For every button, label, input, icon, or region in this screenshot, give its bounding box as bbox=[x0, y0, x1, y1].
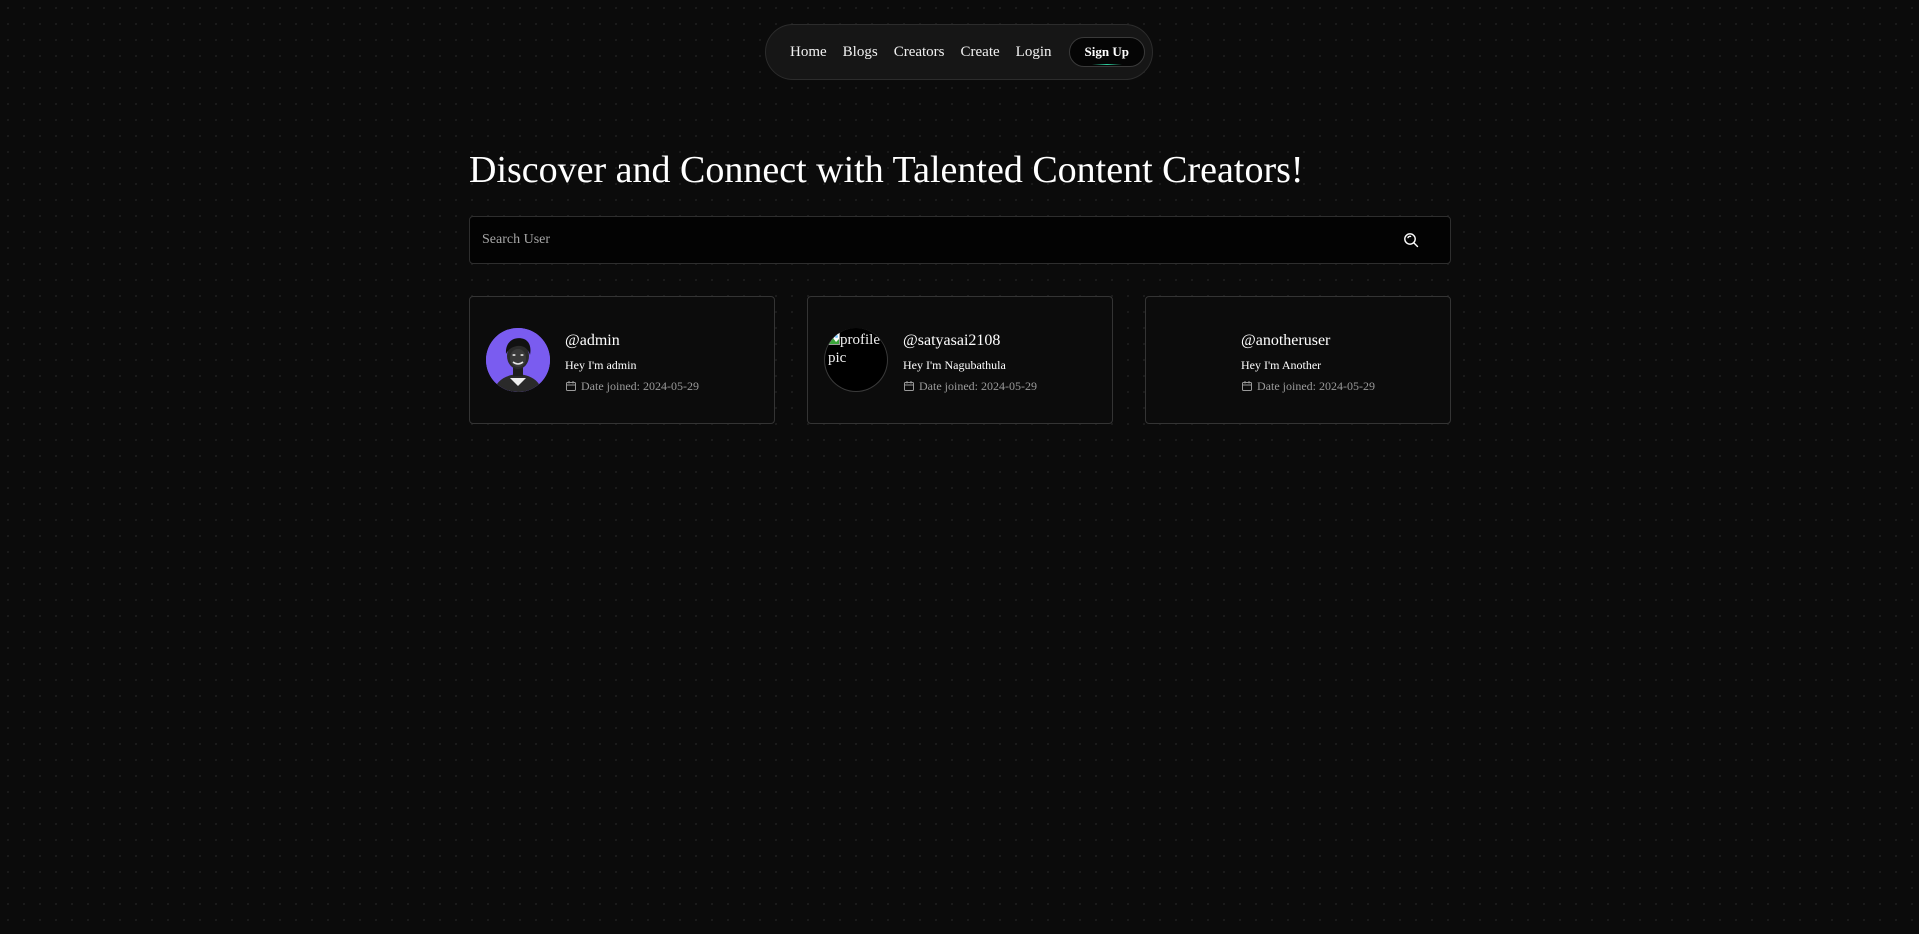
signup-button[interactable]: Sign Up bbox=[1068, 37, 1145, 67]
joined-date: 2024-05-29 bbox=[642, 379, 699, 393]
joined-label: Date joined: bbox=[1257, 379, 1316, 393]
nav-link-home[interactable]: Home bbox=[790, 44, 827, 61]
creator-joined: Date joined: 2024-05-29 bbox=[565, 379, 699, 393]
joined-date: 2024-05-29 bbox=[980, 379, 1037, 393]
nav-link-creators[interactable]: Creators bbox=[894, 44, 945, 61]
creator-joined: Date joined: 2024-05-29 bbox=[903, 379, 1037, 393]
creator-card[interactable]: @admin Hey I'm admin Date joined: 2024-0… bbox=[469, 296, 775, 424]
creator-username[interactable]: @admin bbox=[565, 332, 699, 350]
page-title: Discover and Connect with Talented Conte… bbox=[469, 149, 1304, 191]
search-bar bbox=[469, 216, 1451, 264]
creator-info: @admin Hey I'm admin Date joined: 2024-0… bbox=[565, 332, 699, 393]
joined-label: Date joined: bbox=[919, 379, 978, 393]
creator-bio: Hey I'm Nagubathula bbox=[903, 358, 1006, 372]
creator-bio: Hey I'm Another bbox=[1241, 358, 1322, 372]
creator-username[interactable]: @satyasai2108 bbox=[903, 332, 1037, 350]
nav-link-blogs[interactable]: Blogs bbox=[843, 44, 878, 61]
calendar-icon bbox=[565, 380, 577, 392]
avatar-alt-text: profile pic bbox=[828, 332, 880, 366]
calendar-icon bbox=[1241, 380, 1253, 392]
joined-date: 2024-05-29 bbox=[1318, 379, 1375, 393]
top-navbar: Home Blogs Creators Create Login Sign Up bbox=[765, 24, 1153, 80]
creator-joined: Date joined: 2024-05-29 bbox=[1241, 379, 1375, 393]
avatar: profile pic bbox=[824, 328, 888, 392]
broken-image-icon bbox=[828, 332, 840, 345]
calendar-icon bbox=[903, 380, 915, 392]
search-icon[interactable] bbox=[1401, 230, 1421, 250]
search-input[interactable] bbox=[470, 216, 1401, 264]
creator-username[interactable]: @anotheruser bbox=[1241, 332, 1375, 350]
nav-link-login[interactable]: Login bbox=[1016, 44, 1052, 61]
creator-info: @satyasai2108 Hey I'm Nagubathula Date j… bbox=[903, 332, 1037, 393]
nav-link-create[interactable]: Create bbox=[961, 44, 1000, 61]
avatar bbox=[486, 328, 550, 392]
creator-card[interactable]: profile pic @satyasai2108 Hey I'm Naguba… bbox=[807, 296, 1113, 424]
creator-info: @anotheruser Hey I'm Another Date joined… bbox=[1241, 332, 1375, 393]
creator-card[interactable]: @anotheruser Hey I'm Another Date joined… bbox=[1145, 296, 1451, 424]
avatar bbox=[1162, 328, 1226, 392]
creator-bio: Hey I'm admin bbox=[565, 358, 637, 372]
joined-label: Date joined: bbox=[581, 379, 640, 393]
